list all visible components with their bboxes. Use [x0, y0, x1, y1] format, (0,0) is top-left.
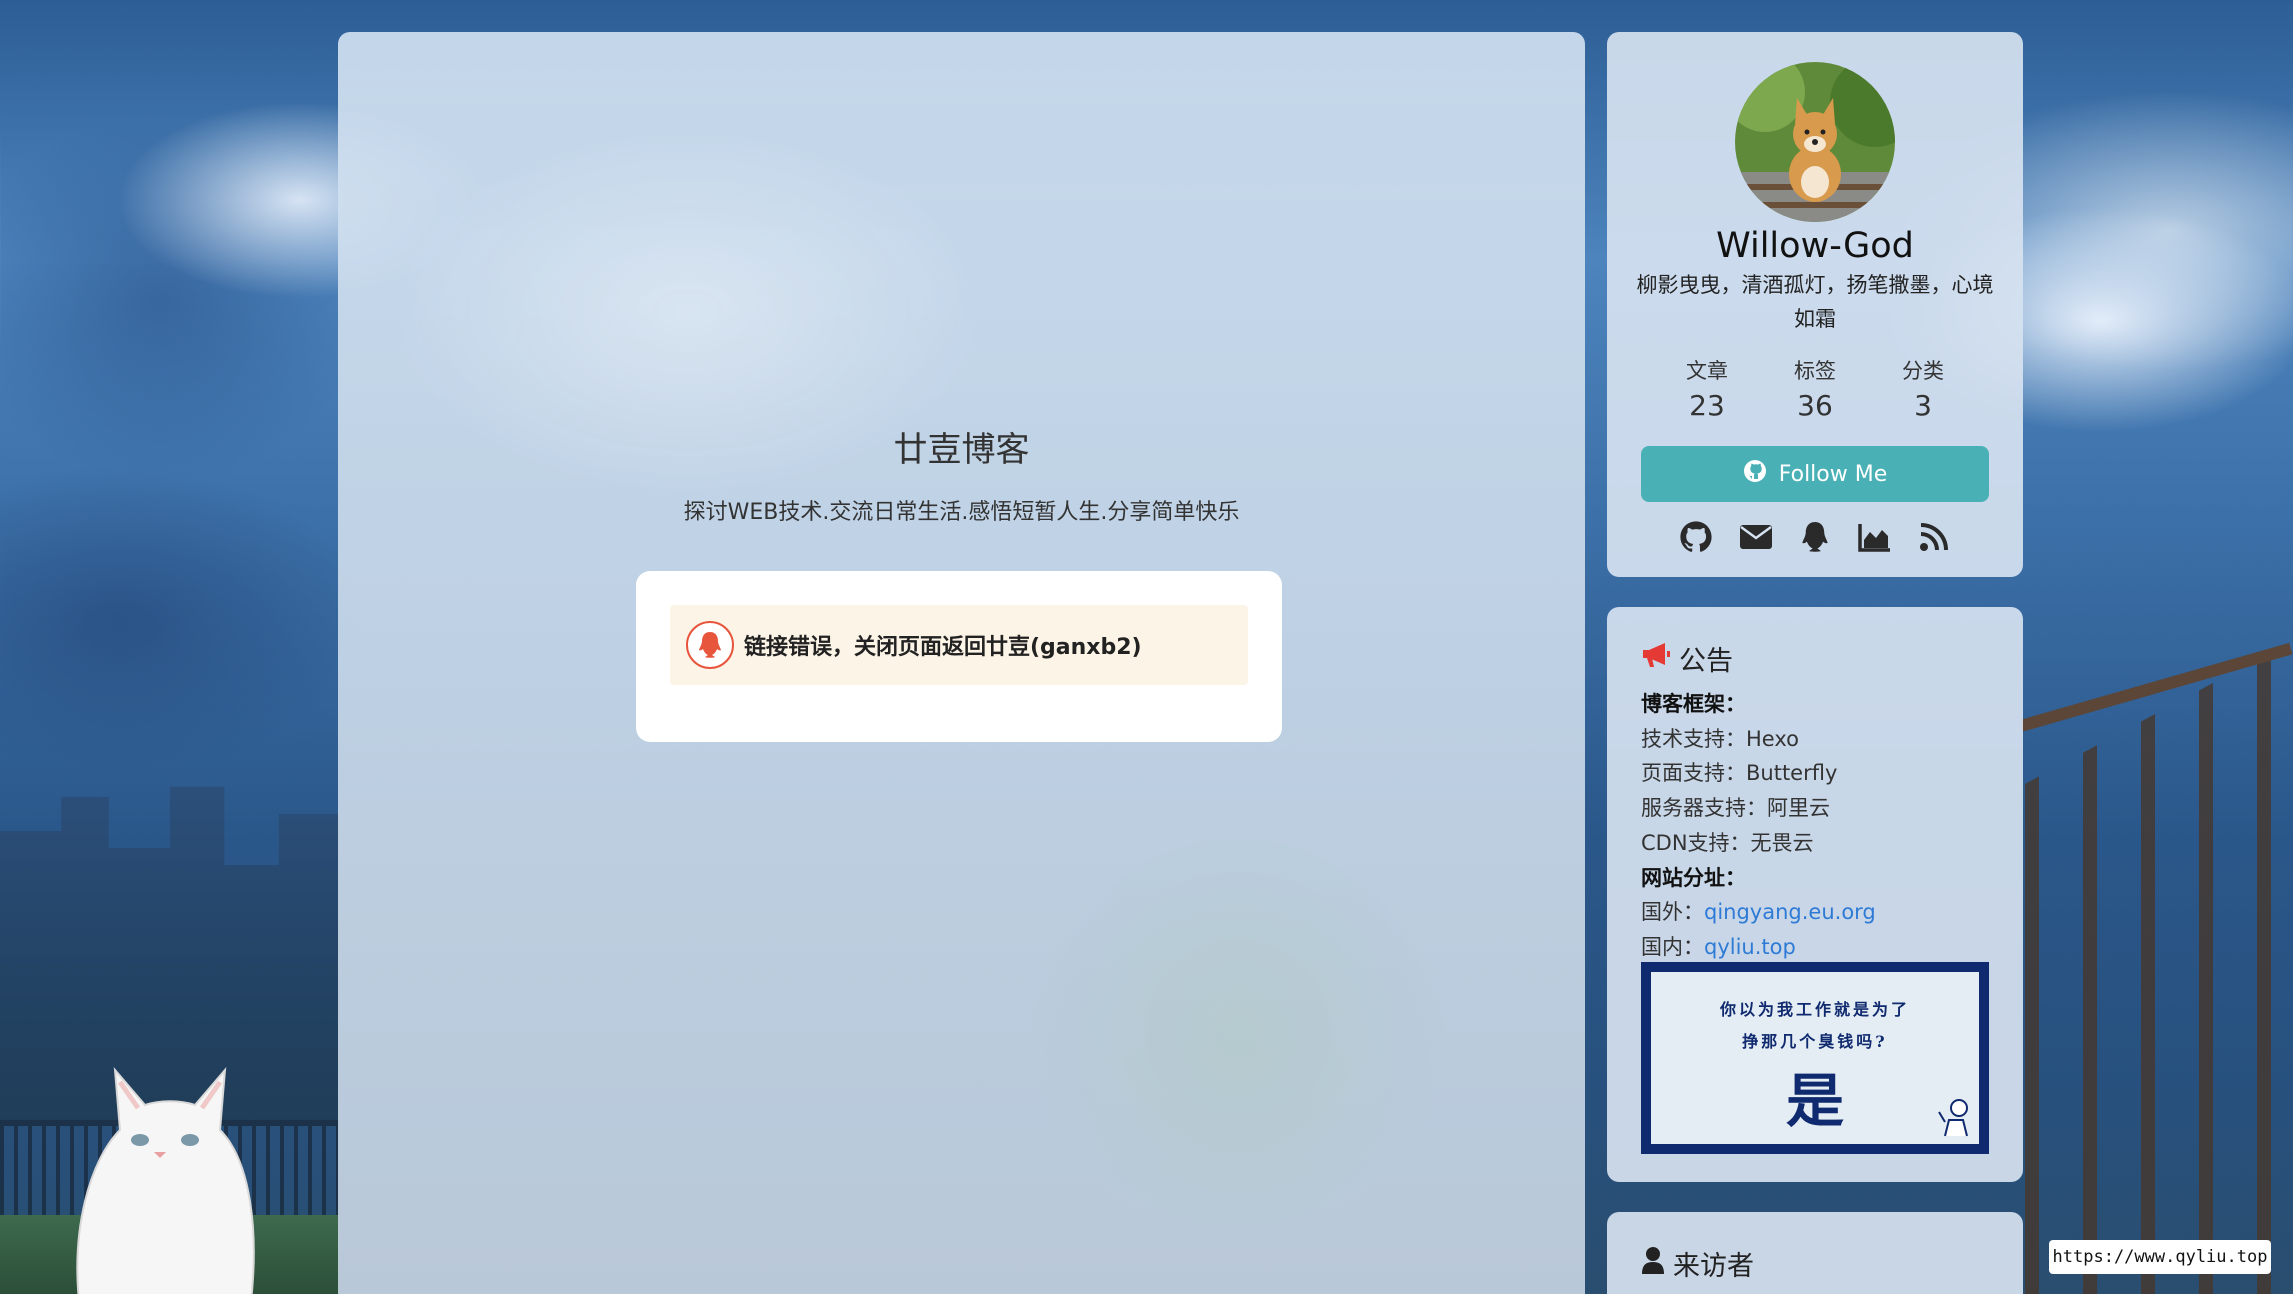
site-stats: 文章 23 标签 36 分类 3 [1662, 355, 1968, 422]
announcement-line: 国内：qyliu.top [1641, 930, 2003, 965]
error-alert[interactable]: 链接错误，关闭页面返回廿壴(ganxb2) [670, 605, 1248, 685]
stat-tags[interactable]: 标签 36 [1770, 355, 1860, 422]
white-cat-mascot [76, 1067, 255, 1294]
announcement-heading: 网站分址： [1641, 865, 1746, 890]
github-icon [1743, 459, 1767, 489]
profile-card: Willow-God 柳影曳曳，清酒孤灯，扬笔撒墨，心境如霜 文章 23 标签 … [1607, 32, 2023, 577]
line-label: 国内： [1641, 934, 1704, 959]
author-name: Willow-God [1716, 226, 1914, 266]
qq-penguin-icon [686, 621, 734, 669]
stat-label: 文章 [1686, 359, 1728, 383]
url-watermark: https://www.qyliu.top [2049, 1240, 2271, 1274]
visitor-card: 来访者 [1607, 1212, 2023, 1294]
error-message: 链接错误，关闭页面返回廿壴(ganxb2) [744, 635, 1142, 660]
overseas-mirror-link[interactable]: qingyang.eu.org [1704, 900, 1876, 924]
stat-label: 标签 [1794, 359, 1836, 383]
line-value: Butterfly [1746, 761, 1838, 786]
visitor-title: 来访者 [1673, 1251, 1754, 1282]
line-label: 服务器支持： [1641, 796, 1767, 821]
main-content-panel: 廿壴博客 探讨WEB技术.交流日常生活.感悟短暂人生.分享简单快乐 链接错误，关… [338, 32, 1585, 1294]
poster-inner: 你以为我工作就是为了 挣那几个臭钱吗? 是 [1651, 972, 1979, 1144]
poster-big-char: 是 [1785, 1067, 1844, 1135]
github-icon[interactable] [1677, 518, 1715, 556]
line-label: 页面支持： [1641, 761, 1746, 786]
announcement-heading: 博客框架： [1641, 692, 1746, 716]
stat-value: 23 [1689, 389, 1725, 422]
poster-line-2: 挣那几个臭钱吗? [1742, 1032, 1888, 1051]
stat-categories[interactable]: 分类 3 [1878, 355, 1968, 422]
stat-value: 36 [1797, 389, 1833, 422]
announcement-poster: 你以为我工作就是为了 挣那几个臭钱吗? 是 [1641, 962, 1989, 1154]
announcement-line: 页面支持：Butterfly [1641, 756, 2003, 791]
announcement-body: 博客框架： 技术支持：Hexo 页面支持：Butterfly 服务器支持：阿里云… [1641, 687, 2003, 965]
stat-articles[interactable]: 文章 23 [1662, 355, 1752, 422]
poster-line-1: 你以为我工作就是为了 [1719, 1000, 1910, 1019]
author-description: 柳影曳曳，清酒孤灯，扬笔撒墨，心境如霜 [1636, 273, 1994, 331]
site-subtitle: 探讨WEB技术.交流日常生活.感悟短暂人生.分享简单快乐 [683, 500, 1240, 525]
site-title: 廿壴博客 [893, 430, 1030, 470]
stat-value: 3 [1914, 389, 1932, 422]
stat-label: 分类 [1902, 359, 1944, 383]
announcement-card: 公告 博客框架： 技术支持：Hexo 页面支持：Butterfly 服务器支持：… [1607, 607, 2023, 1182]
line-label: CDN支持： [1641, 830, 1751, 855]
line-label: 技术支持： [1641, 726, 1746, 751]
announcement-line: CDN支持：无畏云 [1641, 826, 2003, 861]
avatar[interactable] [1735, 62, 1895, 222]
megaphone-icon [1641, 642, 1671, 675]
error-card: 链接错误，关闭页面返回廿壴(ganxb2) [636, 571, 1282, 742]
stats-icon[interactable] [1856, 518, 1894, 556]
domestic-mirror-link[interactable]: qyliu.top [1704, 935, 1796, 959]
announcement-title: 公告 [1679, 646, 1733, 677]
background-fence-right [2025, 640, 2293, 1294]
follow-me-label: Follow Me [1778, 461, 1888, 487]
announcement-line: 国外：qingyang.eu.org [1641, 895, 2003, 930]
announcement-header: 公告 [1641, 639, 1733, 678]
line-value: 无畏云 [1750, 830, 1814, 855]
announcement-line: 技术支持：Hexo [1641, 722, 2003, 757]
line-value: Hexo [1746, 726, 1799, 751]
line-label: 国外： [1641, 900, 1704, 925]
visitor-header: 来访者 [1641, 1244, 1754, 1283]
follow-me-button[interactable]: Follow Me [1641, 446, 1989, 502]
poster-figure-icon [1938, 1099, 1968, 1137]
line-value: 阿里云 [1767, 796, 1830, 821]
user-icon [1641, 1246, 1665, 1281]
qq-icon[interactable] [1796, 518, 1834, 556]
email-icon[interactable] [1737, 518, 1775, 556]
social-links [1677, 518, 1953, 556]
rss-icon[interactable] [1915, 518, 1953, 556]
announcement-line: 服务器支持：阿里云 [1641, 791, 2003, 826]
